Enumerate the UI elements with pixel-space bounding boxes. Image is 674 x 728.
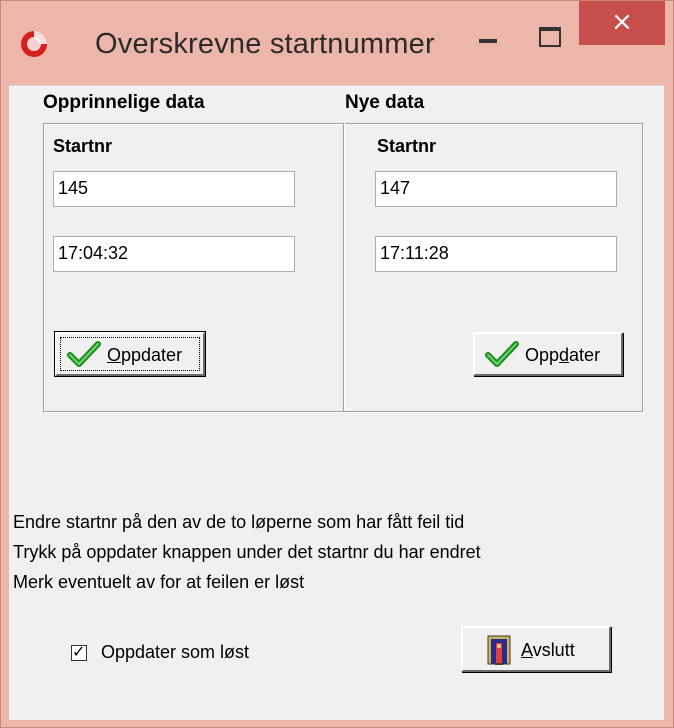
new-data-heading: Nye data [345, 92, 425, 113]
resolved-checkbox[interactable]: ✓ [71, 642, 87, 661]
new-time-input[interactable]: 17:11:28 [375, 236, 617, 272]
exit-button-label: Avslutt [521, 640, 575, 660]
new-startnr-input[interactable]: 147 [375, 171, 617, 207]
original-startnr-input[interactable]: 145 [53, 171, 295, 207]
instruction-line-1: Endre startnr på den av de to løperne so… [13, 512, 465, 532]
original-data-heading: Opprinnelige data [43, 92, 205, 113]
exit-door-icon [487, 635, 511, 665]
maximize-icon [539, 27, 561, 47]
app-icon [21, 31, 47, 57]
original-startnr-label: Startnr [53, 136, 113, 156]
new-update-button[interactable]: Oppdater [473, 332, 623, 376]
checkmark-icon: ✓ [72, 642, 86, 661]
original-update-button[interactable]: Oppdater [54, 331, 206, 377]
window-title: Overskrevne startnummer [95, 28, 435, 60]
close-icon: × [611, 7, 633, 37]
instruction-line-3: Merk eventuelt av for at feilen er løst [13, 572, 305, 592]
new-update-button-label: Oppdater [525, 345, 601, 365]
title-bar[interactable]: Overskrevne startnummer × [1, 1, 673, 85]
close-button[interactable]: × [579, 1, 665, 45]
check-icon [67, 341, 101, 367]
minimize-button[interactable] [465, 15, 511, 55]
original-update-button-label: Oppdater [107, 345, 183, 365]
group-divider [343, 123, 344, 411]
dialog-window: Overskrevne startnummer × Opprinnelige d… [0, 0, 674, 728]
check-icon [485, 341, 519, 367]
original-time-input[interactable]: 17:04:32 [53, 236, 295, 272]
maximize-button[interactable] [529, 15, 575, 55]
minimize-icon [479, 39, 497, 43]
new-startnr-label: Startnr [377, 136, 437, 156]
dialog-client-area: Opprinnelige data Nye data Startnr 145 1… [9, 85, 664, 720]
instruction-line-2: Trykk på oppdater knappen under det star… [13, 542, 481, 562]
resolved-checkbox-label[interactable]: Oppdater som løst [101, 642, 249, 663]
exit-button[interactable]: Avslutt [461, 626, 611, 672]
